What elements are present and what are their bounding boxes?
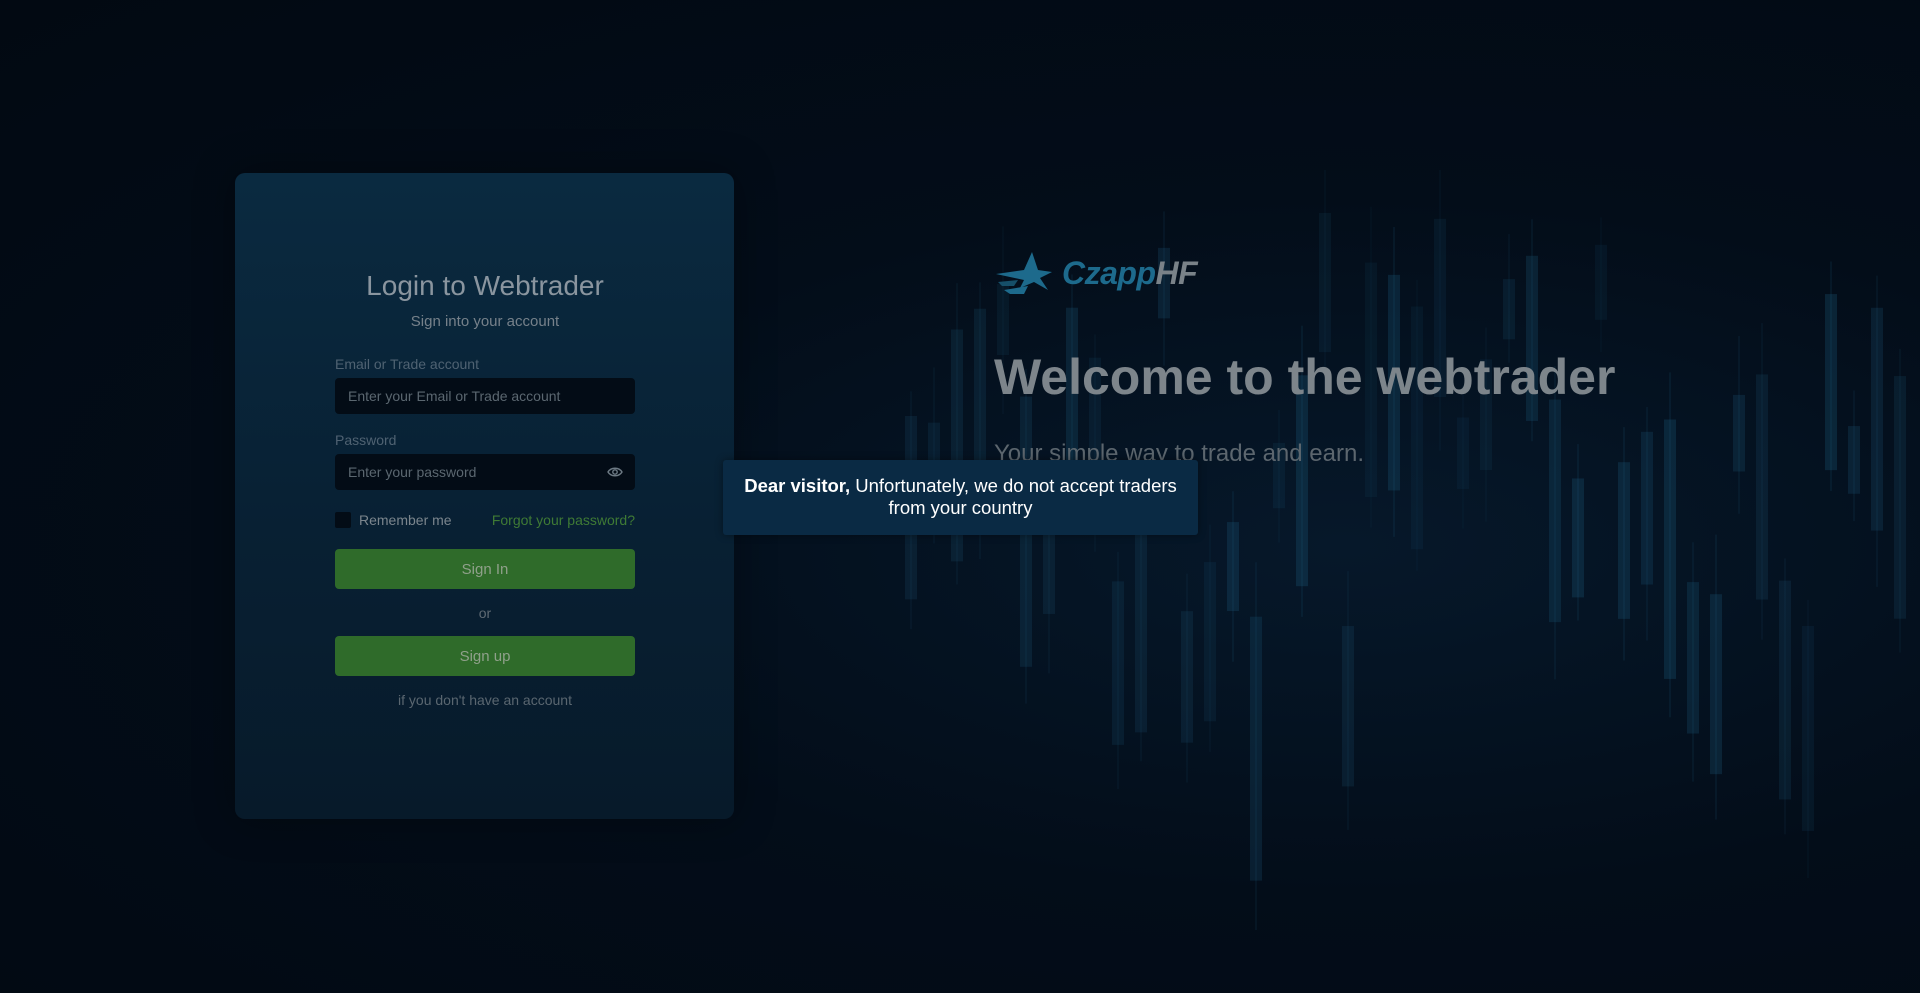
login-subtitle: Sign into your account <box>410 313 560 330</box>
brand-name: CzappHF <box>1062 254 1198 292</box>
login-title: Login to Webtrader <box>366 270 604 301</box>
shark-logo-icon <box>996 252 1052 294</box>
email-field-wrapper <box>335 378 635 414</box>
candle-body <box>1296 375 1308 587</box>
candle-body <box>1204 562 1216 722</box>
candle-body <box>1618 462 1630 619</box>
candle-body <box>1802 626 1814 831</box>
candle-body <box>1112 581 1124 745</box>
login-card: Login to Webtrader Sign into your accoun… <box>235 173 734 819</box>
forgot-password-link[interactable]: Forgot your password? <box>492 512 635 528</box>
remember-me-label: Remember me <box>359 512 452 528</box>
candle-body <box>1411 306 1423 550</box>
candle-body <box>1779 580 1791 800</box>
login-form: Login to Webtrader Sign into your accoun… <box>335 269 635 708</box>
brand-name-part1: Czapp <box>1062 254 1156 291</box>
sign-up-button[interactable]: Sign up <box>335 636 635 676</box>
candle-body <box>1825 294 1837 471</box>
candle-body <box>1342 626 1354 787</box>
login-page: Login to Webtrader Sign into your accoun… <box>0 0 1920 993</box>
notice-greeting: Dear visitor, <box>744 475 851 496</box>
candle-body <box>1250 616 1262 881</box>
candle-body <box>1135 528 1147 733</box>
password-field[interactable] <box>335 454 635 490</box>
brand-logo: CzappHF <box>994 250 1198 296</box>
candle-body <box>1457 417 1469 489</box>
remember-row: Remember me Forgot your password? <box>335 510 635 530</box>
email-label: Email or Trade account <box>335 356 479 372</box>
eye-icon[interactable] <box>607 465 623 479</box>
candle-body <box>1848 426 1860 494</box>
signup-note: if you don't have an account <box>398 692 572 708</box>
candle-body <box>1710 594 1722 775</box>
candle-body <box>1595 244 1607 320</box>
sign-in-button[interactable]: Sign In <box>335 549 635 589</box>
welcome-title: Welcome to the webtrader <box>994 349 1616 405</box>
remember-me-checkbox[interactable] <box>335 512 351 528</box>
country-restriction-notice: Dear visitor, Unfortunately, we do not a… <box>723 460 1198 535</box>
notice-message: Unfortunately, we do not accept traders … <box>855 475 1177 518</box>
or-divider: or <box>478 605 492 621</box>
candle-body <box>1756 374 1768 600</box>
candle-body <box>1549 399 1561 623</box>
remember-me[interactable]: Remember me <box>335 512 452 528</box>
candle-body <box>1319 212 1331 353</box>
candle-body <box>1664 419 1676 679</box>
candle-body <box>1227 522 1239 612</box>
brand-name-part2: HF <box>1155 254 1198 291</box>
email-field[interactable] <box>335 378 635 414</box>
candle-body <box>1687 582 1699 734</box>
candle-body <box>1733 394 1745 472</box>
password-label: Password <box>335 432 397 448</box>
candle-body <box>1641 431 1653 585</box>
password-field-wrapper <box>335 454 635 490</box>
candle-body <box>1894 376 1906 619</box>
candle-body <box>1871 307 1883 531</box>
candle-body <box>1181 611 1193 743</box>
candle-body <box>1503 279 1515 340</box>
candle-body <box>1572 478 1584 598</box>
